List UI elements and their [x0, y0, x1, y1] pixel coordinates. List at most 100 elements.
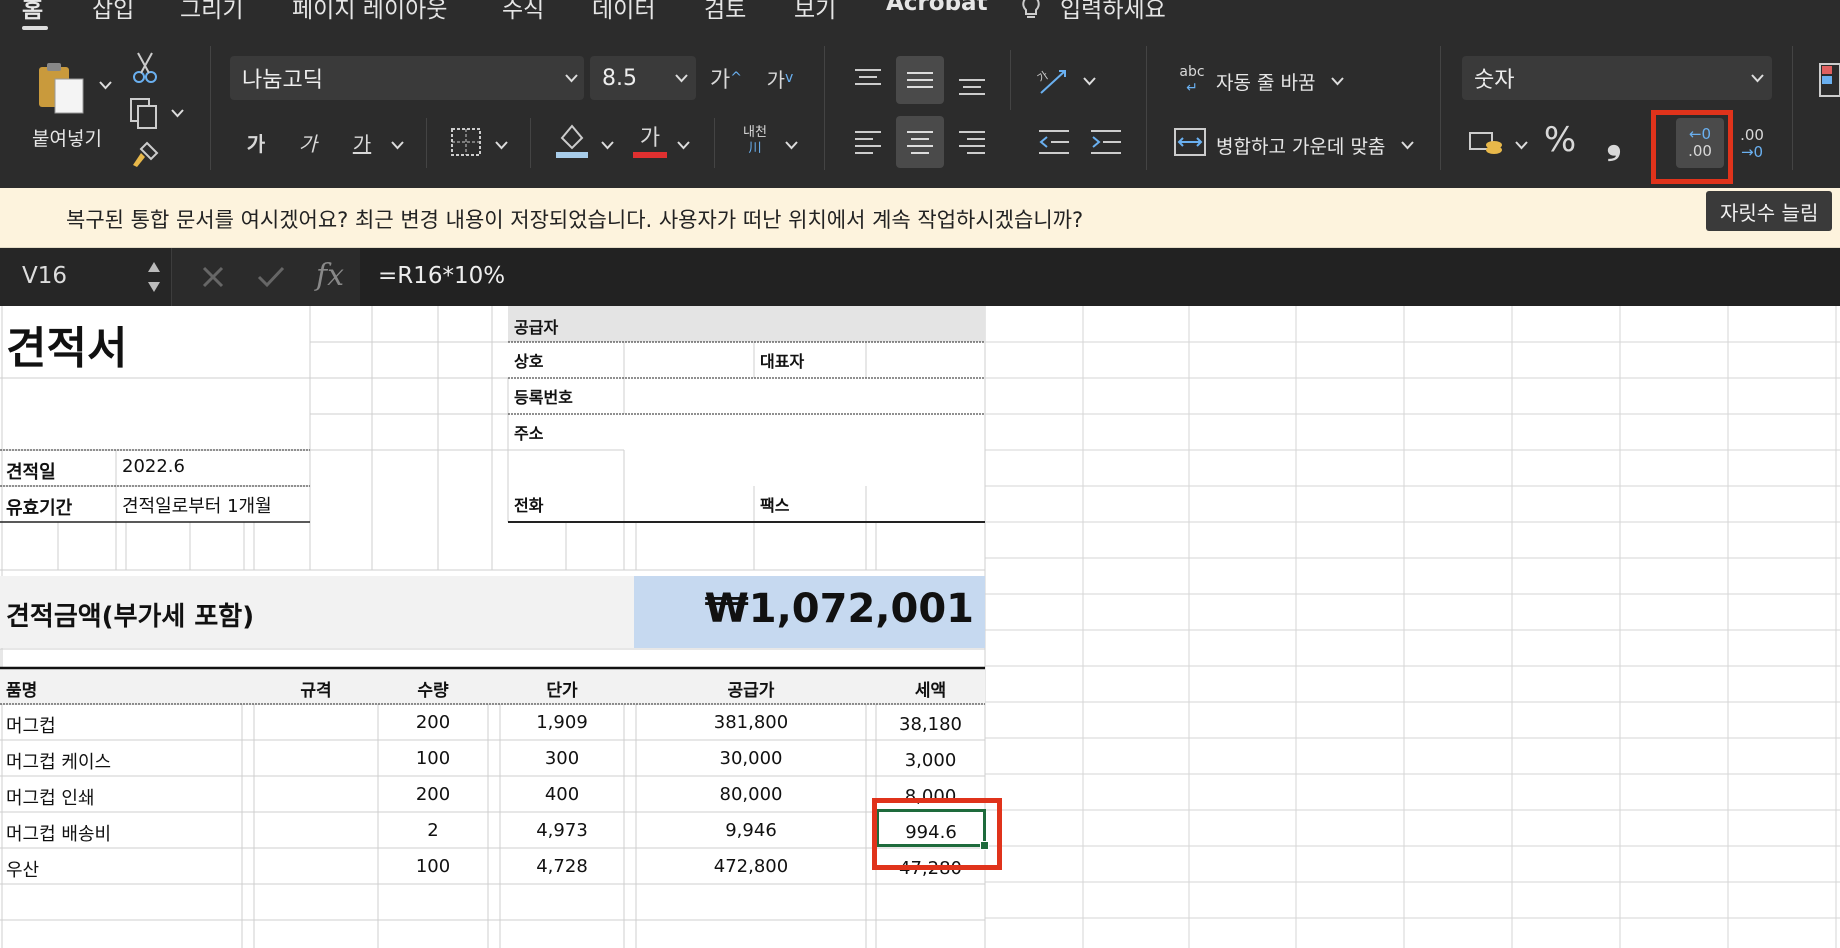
accounting-dropdown-chevron-icon[interactable]: [1514, 138, 1528, 152]
decrease-decimal-button[interactable]: .00 →0: [1728, 124, 1776, 164]
worksheet[interactable]: 견적서 견적일 2022.6 유효기간 견적일로부터 1개월 공급자 상호 대표…: [0, 306, 1840, 948]
merge-center-label[interactable]: 병합하고 가운데 맞춤: [1216, 132, 1385, 159]
name-box-stepper-icon[interactable]: [146, 258, 162, 296]
wrap-text-abc: abc: [1179, 64, 1205, 80]
caret-down-icon: v: [785, 70, 794, 86]
row-tax: 3,000: [904, 750, 957, 771]
tab-draw[interactable]: 그리기: [180, 0, 243, 24]
chevron-down-icon: [564, 71, 578, 85]
copy-dropdown-chevron-icon[interactable]: [170, 106, 184, 120]
scissors-icon[interactable]: [130, 50, 160, 86]
formula-text: =R16*10%: [378, 263, 506, 289]
row-price: 1,909: [536, 712, 588, 733]
paste-label: 붙여넣기: [32, 128, 102, 150]
font-color-button[interactable]: 가: [630, 118, 670, 160]
align-left-icon[interactable]: [848, 120, 888, 164]
merge-center-icon[interactable]: [1170, 124, 1210, 160]
separator: [824, 46, 825, 170]
accounting-format-icon[interactable]: [1466, 124, 1506, 160]
quote-date-label: 견적일: [6, 462, 56, 483]
font-size-dropdown[interactable]: 8.5: [590, 56, 696, 100]
confirm-edit-icon[interactable]: [256, 264, 286, 290]
decrease-decimal-bottom: →0: [1740, 143, 1764, 161]
col-header-qty: 수량: [417, 681, 449, 701]
merge-dropdown-chevron-icon[interactable]: [1400, 138, 1414, 152]
cancel-edit-icon[interactable]: [200, 264, 226, 290]
active-tab-indicator: [22, 26, 48, 30]
total-label: 견적금액(부가세 포함): [6, 602, 255, 632]
formula-input[interactable]: =R16*10%: [360, 248, 1840, 306]
increase-font-button[interactable]: 가 ^: [706, 60, 746, 96]
orientation-dropdown-chevron-icon[interactable]: [1082, 74, 1096, 88]
wrap-text-icon[interactable]: abc ↵: [1172, 60, 1212, 100]
fill-color-icon[interactable]: [552, 120, 592, 160]
format-painter-icon[interactable]: [128, 138, 162, 172]
tab-home[interactable]: 홈: [22, 0, 43, 24]
supplier-header: 공급자: [514, 318, 559, 337]
italic-button[interactable]: 가: [290, 124, 326, 160]
font-color-glyph: 가: [639, 126, 661, 151]
tab-review[interactable]: 검토: [704, 0, 746, 24]
tab-formulas[interactable]: 수식: [502, 0, 544, 24]
paste-button[interactable]: [30, 56, 92, 118]
separator: [210, 46, 211, 170]
bold-button[interactable]: 가: [238, 124, 274, 160]
decrease-indent-icon[interactable]: [1034, 122, 1074, 162]
font-name-dropdown[interactable]: 나눔고딕: [230, 56, 584, 100]
align-bottom-icon[interactable]: [952, 64, 992, 108]
row-price: 400: [544, 784, 580, 805]
shrink-font-glyph: 가: [766, 67, 786, 92]
align-right-icon[interactable]: [952, 120, 992, 164]
underline-dropdown-chevron-icon[interactable]: [390, 138, 404, 152]
tooltip-increase-decimal: 자릿수 늘림: [1706, 191, 1833, 231]
align-middle-icon[interactable]: [896, 56, 944, 104]
font-color-dropdown-chevron-icon[interactable]: [676, 138, 690, 152]
row-supply: 9,946: [725, 820, 777, 841]
row-tax: 38,180: [899, 714, 962, 735]
ribbon: 홈 삽입 그리기 페이지 레이아웃 수식 데이터 검토 보기 Acrobat 입…: [0, 0, 1840, 188]
tab-page-layout[interactable]: 페이지 레이아웃: [292, 0, 447, 24]
underline-button[interactable]: 가: [344, 124, 380, 160]
chevron-down-icon: [1750, 71, 1764, 85]
fill-color-dropdown-chevron-icon[interactable]: [600, 138, 614, 152]
col-header-spec: 규격: [300, 681, 332, 701]
name-box[interactable]: V16: [0, 248, 172, 306]
separator: [1010, 50, 1011, 110]
phonetic-dropdown-chevron-icon[interactable]: [784, 138, 798, 152]
conditional-format-icon[interactable]: [1816, 58, 1840, 102]
tab-data[interactable]: 데이터: [592, 0, 655, 24]
excel-window: 홈 삽입 그리기 페이지 레이아웃 수식 데이터 검토 보기 Acrobat 입…: [0, 0, 1840, 948]
number-format-value: 숫자: [1474, 68, 1515, 93]
number-format-dropdown[interactable]: 숫자: [1462, 56, 1772, 100]
reg-no-label: 등록번호: [514, 388, 573, 407]
decrease-font-button[interactable]: 가v: [760, 60, 800, 96]
align-center-icon[interactable]: [896, 116, 944, 168]
tell-me-input[interactable]: 입력하세요: [1060, 0, 1166, 24]
paste-dropdown-chevron-icon[interactable]: [98, 78, 112, 92]
validity-label: 유효기간: [6, 498, 73, 519]
font-color-swatch: [633, 152, 667, 158]
total-value: ₩1,072,001: [704, 586, 974, 632]
tab-acrobat[interactable]: Acrobat: [886, 0, 988, 16]
text-orientation-icon[interactable]: 가: [1030, 60, 1074, 100]
row-price: 4,728: [536, 856, 588, 877]
comma-style-button[interactable]: ❟: [1596, 118, 1632, 162]
fx-icon[interactable]: fx: [316, 258, 344, 293]
fax-label: 팩스: [760, 496, 790, 515]
tab-insert[interactable]: 삽입: [92, 0, 134, 24]
row-item-name: 머그컵: [6, 716, 56, 737]
copy-icon[interactable]: [126, 96, 162, 132]
borders-dropdown-chevron-icon[interactable]: [494, 138, 508, 152]
row-item-name: 우산: [6, 860, 40, 881]
tab-view[interactable]: 보기: [794, 0, 836, 24]
wrap-text-label[interactable]: 자동 줄 바꿈: [1216, 68, 1315, 95]
chevron-down-icon: [674, 71, 688, 85]
percent-style-button[interactable]: %: [1540, 120, 1580, 160]
wrap-text-dropdown-chevron-icon[interactable]: [1330, 74, 1344, 88]
align-top-icon[interactable]: [848, 56, 888, 100]
borders-icon[interactable]: [446, 124, 486, 160]
increase-indent-icon[interactable]: [1086, 122, 1126, 162]
row-supply: 30,000: [719, 748, 783, 769]
phone-label: 전화: [514, 496, 544, 515]
phonetic-guide-button[interactable]: 내천 川: [732, 120, 778, 162]
